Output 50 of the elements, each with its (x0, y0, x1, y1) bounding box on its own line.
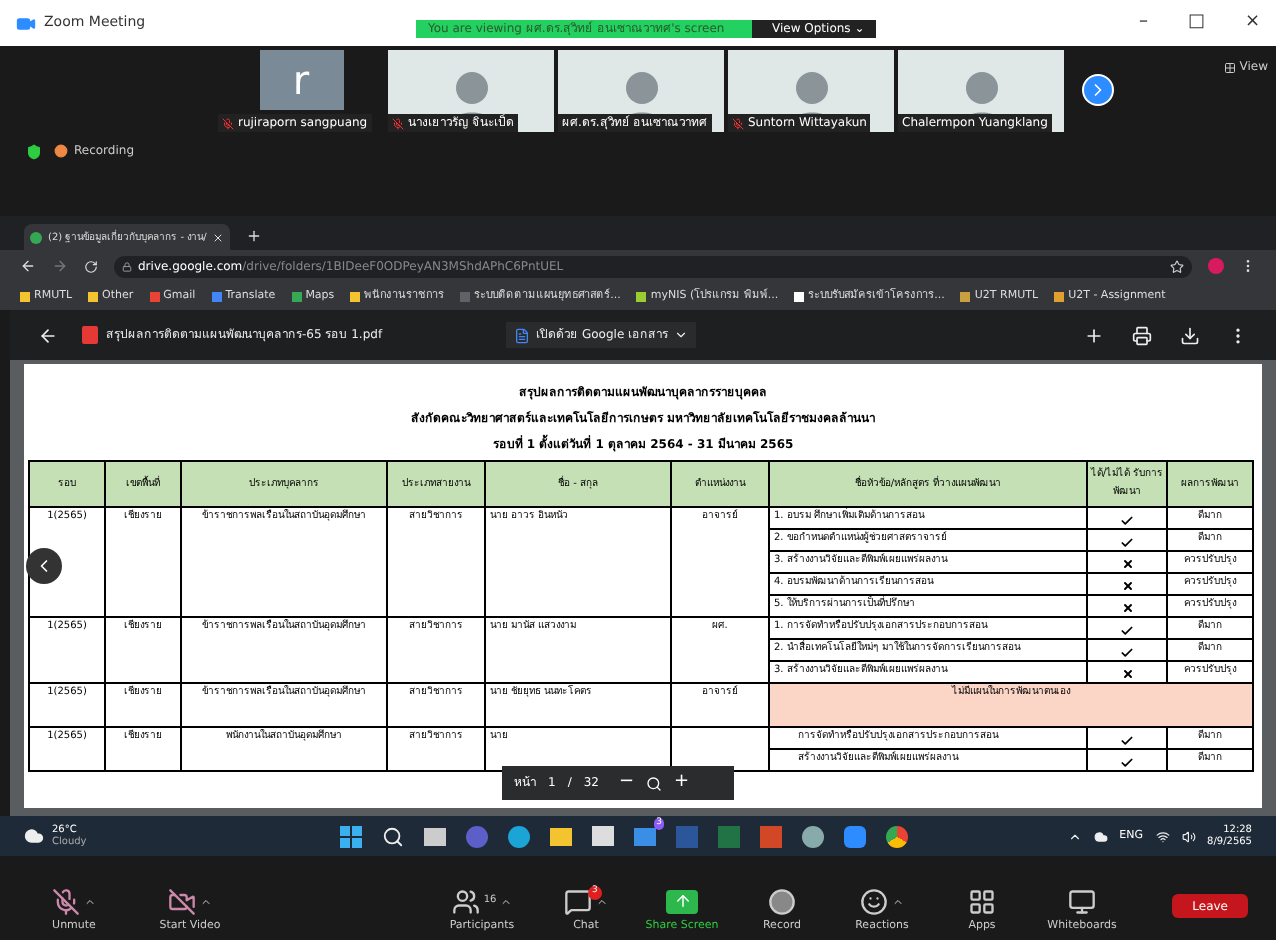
grid-icon (1223, 61, 1236, 73)
bookmark-star-icon[interactable] (1170, 259, 1184, 273)
participants-icon (451, 887, 480, 916)
muted-mic-icon (222, 117, 234, 129)
new-tab-icon[interactable] (246, 228, 263, 244)
caret-icon[interactable] (500, 895, 513, 908)
cloud-icon (24, 826, 44, 846)
profile-avatar[interactable] (1208, 258, 1224, 274)
onedrive-cloud-icon[interactable] (1093, 829, 1108, 843)
caret-icon[interactable] (596, 895, 608, 908)
shield-icon (26, 143, 42, 159)
caret-icon[interactable] (892, 895, 904, 908)
reload-icon[interactable] (84, 259, 98, 273)
wifi-icon[interactable] (1155, 829, 1170, 843)
window-control-button[interactable]: × (1244, 9, 1260, 37)
muted-mic-icon (392, 117, 404, 129)
chat-icon (564, 887, 592, 916)
zoom-icon[interactable] (646, 775, 663, 791)
add-comment-icon[interactable] (1084, 325, 1104, 345)
video-off-icon (168, 887, 196, 916)
whiteboard-icon (1068, 887, 1096, 916)
zoom-logo-icon (16, 13, 36, 33)
close-icon[interactable] (212, 231, 225, 243)
document-icon (514, 327, 531, 343)
back-icon[interactable] (38, 325, 58, 345)
share-screen-icon (666, 889, 698, 914)
avatar-initial: r (292, 54, 310, 108)
speaker-icon[interactable] (1181, 829, 1196, 843)
print-icon[interactable] (1132, 325, 1152, 345)
window-control-button[interactable]: □ (1187, 9, 1205, 37)
caret-icon[interactable] (84, 895, 96, 908)
chevron-up-icon[interactable] (1067, 829, 1082, 843)
lock-icon (122, 261, 132, 271)
reactions-icon (860, 887, 888, 916)
muted-mic-icon (732, 117, 744, 129)
window-control-button[interactable]: – (1138, 9, 1148, 37)
record-icon (768, 887, 796, 916)
download-icon[interactable] (1180, 325, 1200, 345)
recording-icon (54, 144, 68, 158)
search-icon[interactable] (382, 825, 404, 847)
zoom-out-button[interactable]: − (619, 769, 635, 797)
next-page-button[interactable] (1082, 74, 1114, 106)
forward-icon[interactable] (52, 258, 68, 274)
start-icon[interactable] (340, 825, 362, 847)
zoom-in-button[interactable]: + (674, 769, 690, 797)
muted-mic-icon (52, 887, 80, 916)
back-icon[interactable] (20, 258, 36, 274)
apps-icon (968, 887, 996, 916)
caret-icon (674, 328, 689, 342)
caret-icon[interactable] (200, 895, 212, 908)
